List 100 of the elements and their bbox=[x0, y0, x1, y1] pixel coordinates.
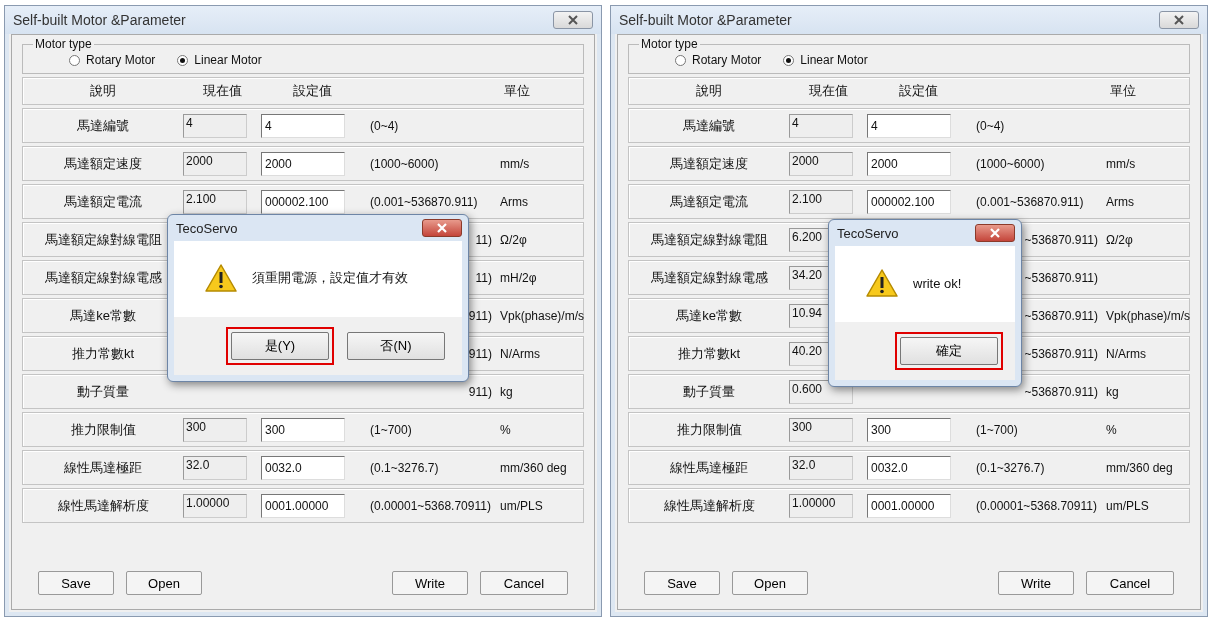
unit-text: kg bbox=[1105, 384, 1120, 399]
parameter-label: 線性馬達極距 bbox=[63, 458, 143, 477]
dialog-message: 須重開電源，設定值才有效 bbox=[252, 269, 408, 287]
close-button[interactable] bbox=[422, 219, 462, 237]
parameter-label: 馬達額定線對線電感 bbox=[43, 268, 163, 287]
unit-text: Vpk(phase)/m/s bbox=[499, 308, 585, 323]
dialog-button[interactable]: Save bbox=[38, 571, 114, 595]
dialog-title: TecoServo bbox=[176, 220, 238, 236]
parameter-label: 推力常數kt bbox=[70, 344, 136, 363]
range-text: 911) bbox=[468, 384, 492, 399]
parameter-label: 馬達額定電流 bbox=[669, 192, 749, 211]
radio-option[interactable]: Linear Motor bbox=[177, 53, 262, 67]
current-value-field: 32.0 bbox=[183, 455, 247, 480]
warning-icon bbox=[204, 263, 238, 293]
unit-text: mm/s bbox=[1105, 156, 1137, 171]
radio-option[interactable]: Linear Motor bbox=[783, 53, 868, 67]
set-value-input[interactable]: 4 bbox=[867, 113, 951, 138]
unit-text: % bbox=[499, 422, 512, 437]
set-value-input[interactable]: 0032.0 bbox=[867, 455, 951, 480]
parameter-label: 線性馬達解析度 bbox=[56, 496, 150, 515]
range-text: ~536870.911) bbox=[1024, 346, 1098, 361]
group-label: Motor type bbox=[34, 37, 93, 51]
radio-option[interactable]: Rotary Motor bbox=[675, 53, 762, 67]
current-value-field: 300 bbox=[789, 417, 853, 442]
close-button[interactable] bbox=[1159, 11, 1199, 29]
close-button[interactable] bbox=[975, 224, 1015, 242]
unit-text: um/PLS bbox=[1105, 498, 1150, 513]
parameter-label: 動子質量 bbox=[682, 382, 736, 401]
range-text: (0.00001~5368.70911) bbox=[976, 498, 1097, 513]
range-text: (0.001~536870.911) bbox=[976, 194, 1084, 209]
column-header: 單位 bbox=[1109, 82, 1137, 100]
range-text: 911) bbox=[468, 308, 492, 323]
dialog-button[interactable]: Save bbox=[644, 571, 720, 595]
range-text: (1~700) bbox=[976, 422, 1018, 437]
set-value-input[interactable]: 000002.100 bbox=[867, 189, 951, 214]
unit-text: N/Arms bbox=[499, 346, 541, 361]
parameter-label: 馬達編號 bbox=[682, 116, 736, 135]
parameter-label: 推力常數kt bbox=[676, 344, 742, 363]
range-text: (0.00001~5368.70911) bbox=[370, 498, 491, 513]
range-text: ~536870.911) bbox=[1024, 308, 1098, 323]
dialog-button[interactable]: Open bbox=[732, 571, 808, 595]
range-text: (0.1~3276.7) bbox=[976, 460, 1045, 475]
range-text: ~536870.911) bbox=[1024, 270, 1098, 285]
parameter-label: 馬達額定電流 bbox=[63, 192, 143, 211]
dialog-message: write ok! bbox=[913, 275, 962, 291]
set-value-input[interactable]: 2000 bbox=[261, 151, 345, 176]
dialog-button[interactable]: 是(Y) bbox=[231, 332, 329, 360]
range-text: (0.001~536870.911) bbox=[370, 194, 478, 209]
set-value-input[interactable]: 0001.00000 bbox=[867, 493, 951, 518]
range-text: ~536870.911) bbox=[1024, 232, 1098, 247]
current-value-field: 2000 bbox=[183, 151, 247, 176]
close-icon bbox=[1173, 15, 1185, 25]
unit-text: N/Arms bbox=[1105, 346, 1147, 361]
range-text: 11) bbox=[475, 232, 492, 247]
dialog-button[interactable]: Write bbox=[392, 571, 468, 595]
unit-text: % bbox=[1105, 422, 1118, 437]
current-value-field: 300 bbox=[183, 417, 247, 442]
set-value-input[interactable]: 2000 bbox=[867, 151, 951, 176]
set-value-input[interactable]: 4 bbox=[261, 113, 345, 138]
set-value-input[interactable]: 0032.0 bbox=[261, 455, 345, 480]
dialog-button[interactable]: Cancel bbox=[1086, 571, 1174, 595]
unit-text: mm/s bbox=[499, 156, 531, 171]
close-icon bbox=[436, 223, 448, 233]
window-title: Self-built Motor &Parameter bbox=[13, 12, 186, 28]
column-header: 設定值 bbox=[898, 82, 939, 100]
range-text: (0~4) bbox=[370, 118, 399, 133]
current-value-field: 1.00000 bbox=[183, 493, 247, 518]
window-title: Self-built Motor &Parameter bbox=[619, 12, 792, 28]
range-text: (1000~6000) bbox=[370, 156, 439, 171]
range-text: (1~700) bbox=[370, 422, 412, 437]
close-icon bbox=[989, 228, 1001, 238]
parameter-label: 線性馬達解析度 bbox=[662, 496, 756, 515]
current-value-field: 32.0 bbox=[789, 455, 853, 480]
range-text: 911) bbox=[468, 346, 492, 361]
parameter-label: 推力限制值 bbox=[69, 420, 137, 439]
current-value-field: 4 bbox=[789, 113, 853, 138]
dialog-button[interactable]: Open bbox=[126, 571, 202, 595]
close-icon bbox=[567, 15, 579, 25]
range-text: (0~4) bbox=[976, 118, 1005, 133]
parameter-label: 馬達額定線對線電阻 bbox=[649, 230, 769, 249]
current-value-field: 4 bbox=[183, 113, 247, 138]
close-button[interactable] bbox=[553, 11, 593, 29]
radio-option[interactable]: Rotary Motor bbox=[69, 53, 156, 67]
range-text: ~536870.911) bbox=[1024, 384, 1098, 399]
current-value-field: 2000 bbox=[789, 151, 853, 176]
set-value-input[interactable]: 300 bbox=[867, 417, 951, 442]
parameter-label: 馬達額定速度 bbox=[669, 154, 749, 173]
current-value-field: 2.100 bbox=[183, 189, 247, 214]
dialog-button[interactable]: Write bbox=[998, 571, 1074, 595]
set-value-input[interactable]: 300 bbox=[261, 417, 345, 442]
column-header: 單位 bbox=[503, 82, 531, 100]
dialog-button[interactable]: 確定 bbox=[900, 337, 998, 365]
unit-text: Ω/2φ bbox=[499, 232, 528, 247]
set-value-input[interactable]: 000002.100 bbox=[261, 189, 345, 214]
set-value-input[interactable]: 0001.00000 bbox=[261, 493, 345, 518]
dialog-button[interactable]: Cancel bbox=[480, 571, 568, 595]
parameter-label: 馬達ke常數 bbox=[69, 306, 137, 325]
dialog-button[interactable]: 否(N) bbox=[347, 332, 445, 360]
parameter-label: 推力限制值 bbox=[675, 420, 743, 439]
column-header: 現在值 bbox=[201, 82, 243, 100]
